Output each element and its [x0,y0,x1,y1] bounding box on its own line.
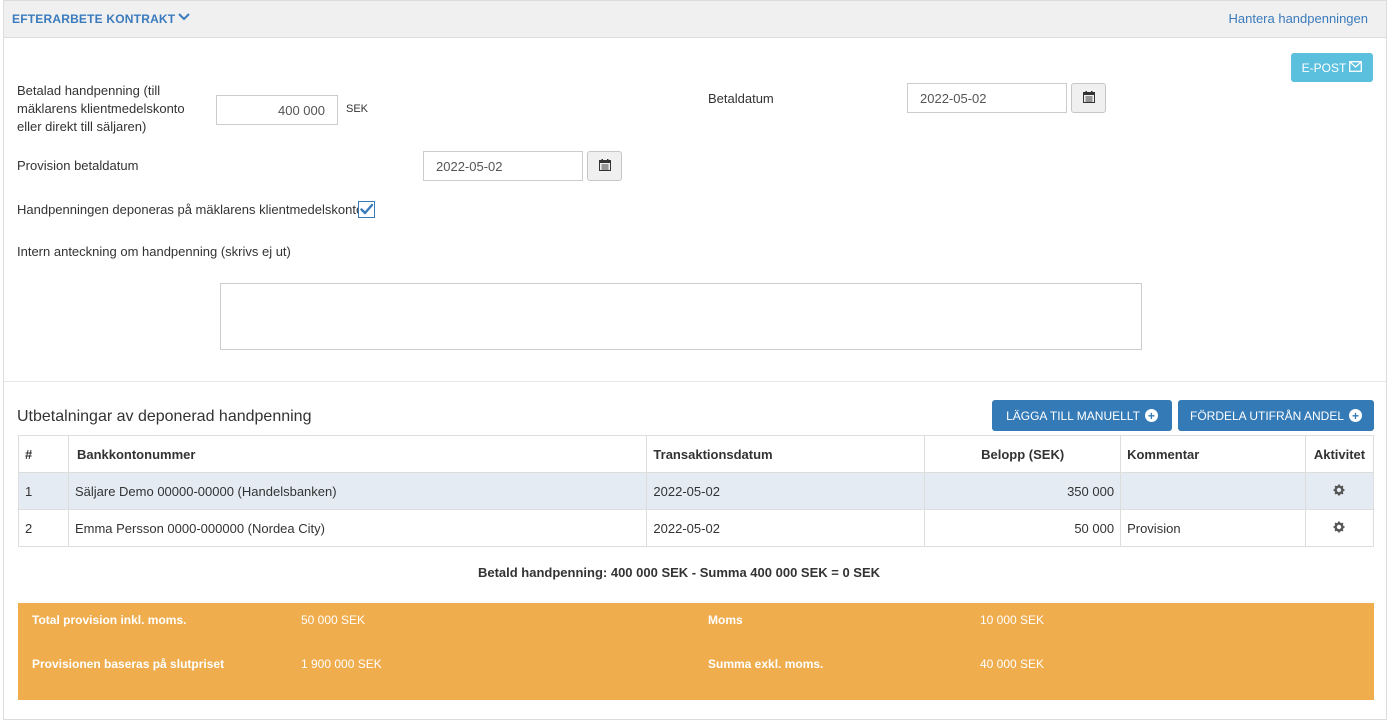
panel-header: EFTERARBETE KONTRAKT Hantera handpenning… [4,1,1386,38]
table-row[interactable]: 2 Emma Persson 0000-000000 (Nordea City)… [18,509,1375,547]
column-header: Belopp (SEK) [924,435,1122,473]
payouts-table: # Bankkontonummer Transaktionsdatum Belo… [18,435,1375,547]
paid-deposit-label: Betalad handpenning (till mäklarens klie… [17,83,185,134]
column-header: Aktivitet [1304,435,1375,473]
row-activity [1304,509,1375,547]
contract-panel: EFTERARBETE KONTRAKT Hantera handpenning… [3,0,1387,720]
add-manual-button[interactable]: LÄGGA TILL MANUELLT + [992,400,1172,431]
divider [4,381,1386,382]
row-number: 2 [18,509,69,547]
email-button-label: E-POST [1301,60,1347,75]
payment-date-label: Betaldatum [708,91,774,106]
deposit-checkbox[interactable] [358,201,375,218]
note-label: Intern anteckning om handpenning (skrivs… [17,244,291,259]
commission-banner: Total provision inkl. moms. 50 000 SEK M… [18,603,1374,700]
plus-circle-icon: + [1349,409,1363,422]
gear-icon[interactable] [1333,484,1345,499]
paid-deposit-input[interactable]: 400 000 [216,95,338,125]
distribute-by-share-button[interactable]: FÖRDELA UTIFRÅN ANDEL + [1178,400,1374,431]
table-header-row: # Bankkontonummer Transaktionsdatum Belo… [18,435,1375,473]
panel-title: EFTERARBETE KONTRAKT [12,12,176,26]
checkmark-icon [359,203,374,220]
manage-deposit-link[interactable]: Hantera handpenningen [1228,11,1368,26]
deposit-summary: Betald handpenning: 400 000 SEK - Summa … [477,565,881,580]
chevron-down-icon[interactable] [176,9,192,25]
commission-date-calendar-button[interactable] [587,151,622,181]
payouts-title: Utbetalningar av deponerad handpenning [17,408,312,425]
vat-value: 10 000 SEK [980,613,1045,627]
column-header: Kommentar [1120,435,1306,473]
sum-excl-vat-value: 40 000 SEK [980,657,1045,671]
column-header: Transaktionsdatum [646,435,926,473]
column-header: Bankkontonummer [67,435,648,473]
envelope-icon [1349,60,1363,75]
commission-date-input[interactable]: 2022-05-02 [423,151,583,181]
calendar-icon [1082,90,1095,106]
row-comment: Provision [1120,509,1306,547]
row-date: 2022-05-02 [646,472,926,510]
table-row[interactable]: 1 Säljare Demo 00000-00000 (Handelsbanke… [18,472,1375,510]
row-comment [1120,472,1306,510]
paid-deposit-unit: SEK [346,103,369,115]
commission-date-label: Provision betaldatum [17,158,139,173]
total-commission-value: 50 000 SEK [301,613,366,627]
add-manual-label: LÄGGA TILL MANUELLT [1006,408,1140,423]
note-textarea[interactable] [220,283,1142,350]
calendar-icon [598,158,611,174]
row-account: Emma Persson 0000-000000 (Nordea City) [67,509,648,547]
deposit-checkbox-label: Handpenningen deponeras på mäklarens kli… [17,202,364,217]
distribute-label: FÖRDELA UTIFRÅN ANDEL [1189,408,1345,423]
vat-label: Moms [708,613,743,627]
payment-date-calendar-button[interactable] [1071,83,1106,113]
total-commission-label: Total provision inkl. moms. [32,613,187,627]
email-button[interactable]: E-POST [1291,53,1373,82]
plus-circle-icon: + [1144,409,1158,422]
gear-icon[interactable] [1333,521,1345,536]
row-amount: 50 000 [924,509,1122,547]
row-date: 2022-05-02 [646,509,926,547]
row-account: Säljare Demo 00000-00000 (Handelsbanken) [67,472,648,510]
row-amount: 350 000 [924,472,1122,510]
row-activity [1304,472,1375,510]
row-number: 1 [18,472,69,510]
payment-date-input[interactable]: 2022-05-02 [907,83,1067,113]
column-header: # [18,435,69,473]
commission-basis-label: Provisionen baseras på slutpriset [32,657,225,671]
commission-basis-value: 1 900 000 SEK [301,657,382,671]
sum-excl-vat-label: Summa exkl. moms. [708,657,824,671]
